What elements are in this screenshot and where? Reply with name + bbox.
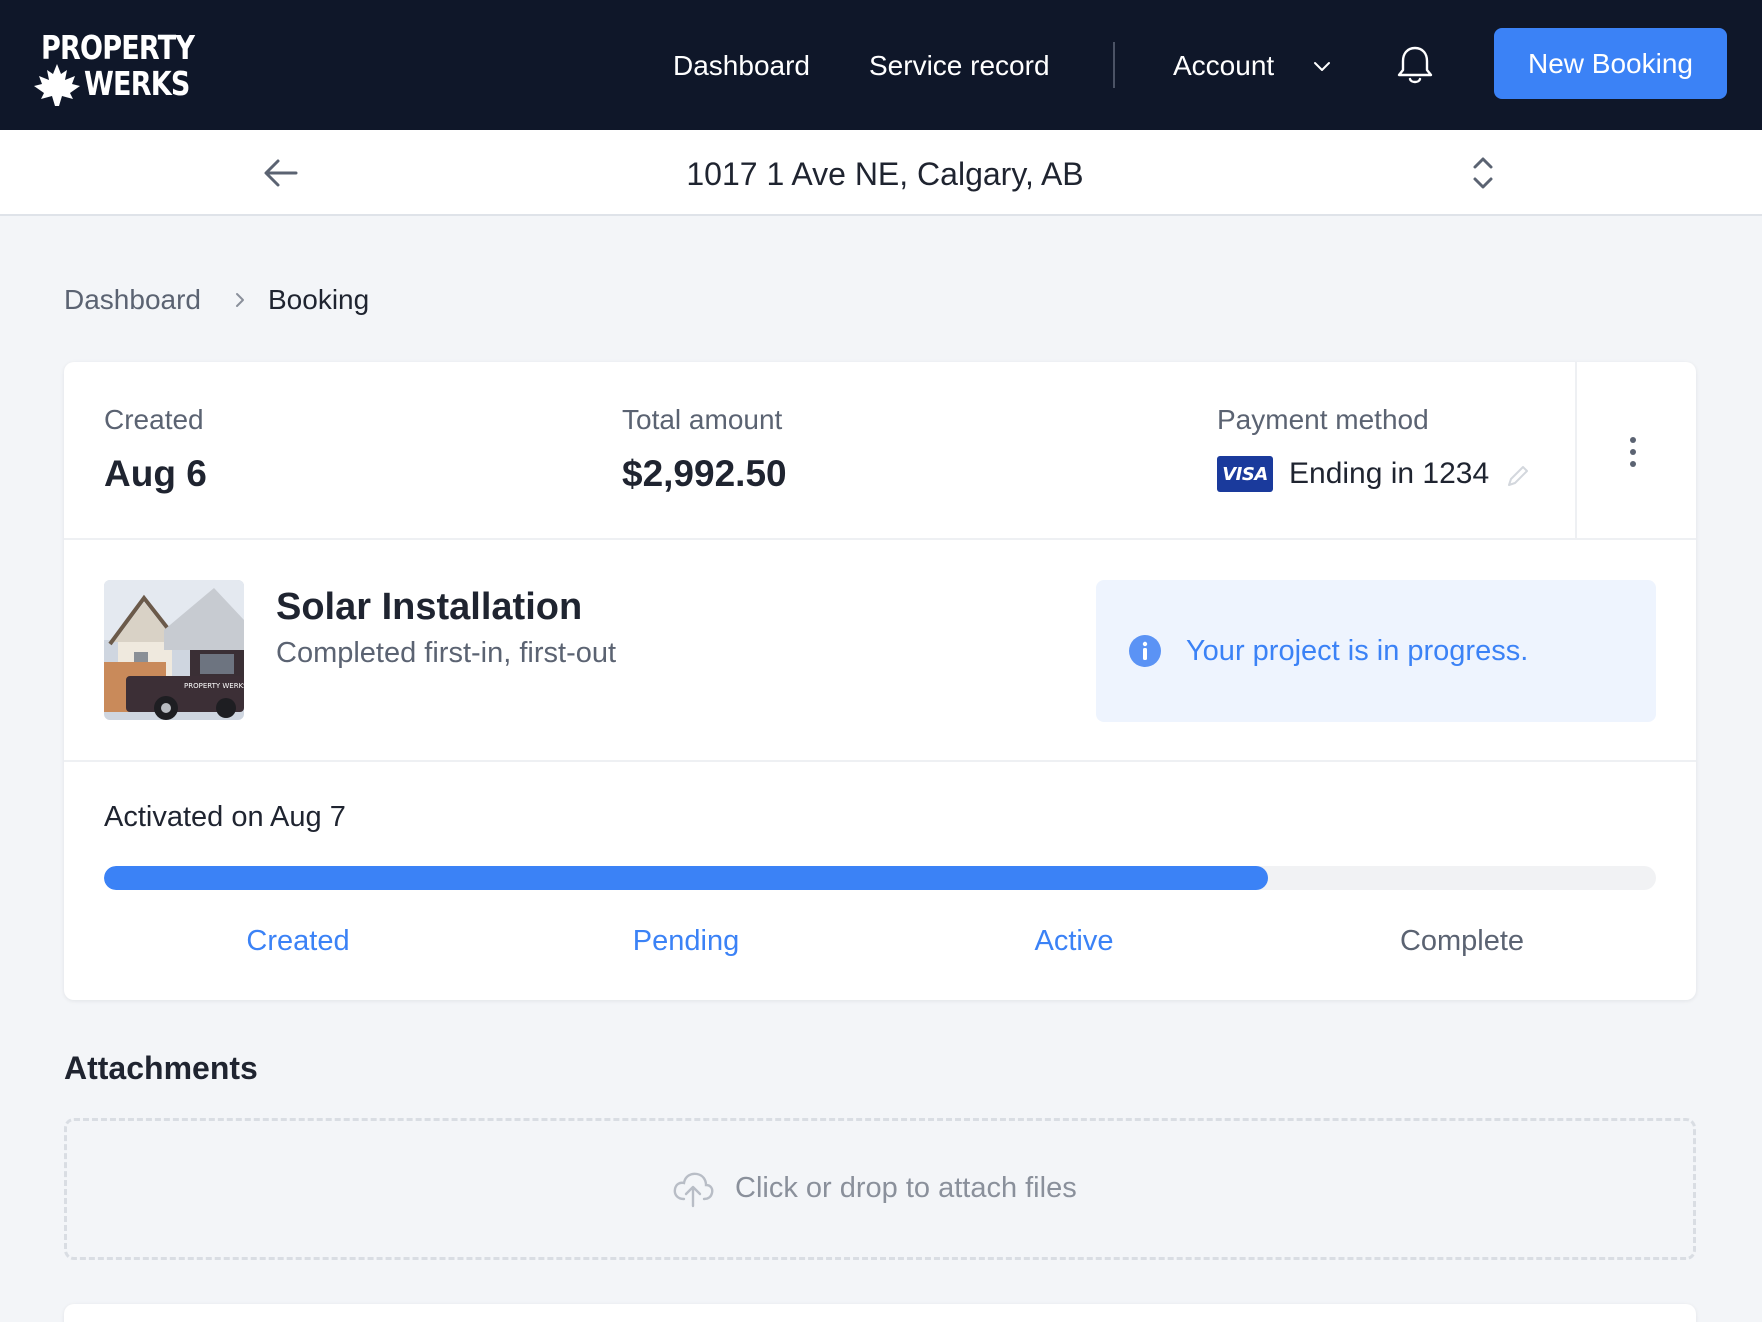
payment-method-value: Ending in 1234 — [1289, 457, 1490, 490]
progress-bar — [104, 866, 1656, 890]
visa-card-badge: VISA — [1217, 456, 1273, 492]
service-subtitle: Completed first-in, first-out — [276, 637, 617, 669]
truck-lettering: PROPERTY WERKS — [184, 682, 244, 690]
brand-line-1: PROPERTY — [41, 28, 195, 67]
step-pending[interactable]: Pending — [492, 922, 880, 960]
booking-card: Created Aug 6 Total amount $2,992.50 Pay… — [64, 362, 1696, 1000]
nav-dashboard-link[interactable]: Dashboard — [673, 48, 810, 84]
attachments-heading: Attachments — [64, 1050, 258, 1086]
maple-leaf-icon — [34, 64, 80, 106]
address-bar: 1017 1 Ave NE, Calgary, AB — [0, 130, 1762, 216]
chevron-updown-icon[interactable] — [1470, 152, 1496, 194]
kebab-icon[interactable] — [1619, 432, 1647, 472]
dropzone-label: Click or drop to attach files — [735, 1172, 1077, 1204]
total-amount-label: Total amount — [622, 404, 783, 435]
file-dropzone[interactable]: Click or drop to attach files — [64, 1118, 1696, 1260]
nav-account-menu[interactable]: Account — [1173, 48, 1274, 84]
breadcrumb-dashboard-link[interactable]: Dashboard — [64, 282, 201, 318]
status-message: Your project is in progress. — [1186, 635, 1529, 667]
card-divider — [64, 760, 1696, 762]
service-title: Solar Installation — [276, 586, 583, 628]
payment-method-label: Payment method — [1217, 404, 1429, 435]
cloud-upload-icon — [673, 1172, 714, 1208]
brand-logo[interactable]: PROPERTY WERKS — [32, 30, 195, 108]
info-icon — [1129, 635, 1161, 667]
next-section-card — [64, 1304, 1696, 1322]
breadcrumb-current: Booking — [268, 284, 370, 315]
chevron-down-icon[interactable] — [1310, 54, 1334, 78]
brand-line-2: WERKS — [84, 64, 190, 103]
progress-bar-fill — [104, 866, 1268, 890]
step-created[interactable]: Created — [104, 922, 492, 960]
card-divider — [64, 538, 1696, 540]
nav-divider — [1113, 42, 1115, 88]
activated-date: Activated on Aug 7 — [104, 801, 346, 833]
step-complete[interactable]: Complete — [1268, 922, 1656, 960]
property-address: 1017 1 Ave NE, Calgary, AB — [686, 156, 1084, 192]
pencil-icon[interactable] — [1504, 462, 1532, 490]
bell-icon[interactable] — [1392, 42, 1438, 88]
menu-divider — [1575, 362, 1577, 538]
nav-service-record-link[interactable]: Service record — [869, 48, 1050, 84]
total-amount-value: $2,992.50 — [622, 453, 787, 494]
step-active[interactable]: Active — [880, 922, 1268, 960]
created-value: Aug 6 — [104, 453, 207, 494]
new-booking-button[interactable]: New Booking — [1494, 28, 1727, 99]
created-label: Created — [104, 404, 204, 435]
service-photo: PROPERTY WERKS — [104, 580, 244, 720]
status-info-box: Your project is in progress. — [1096, 580, 1656, 722]
chevron-right-icon — [236, 293, 244, 307]
top-nav: PROPERTY WERKS Dashboard Service record … — [0, 0, 1762, 130]
